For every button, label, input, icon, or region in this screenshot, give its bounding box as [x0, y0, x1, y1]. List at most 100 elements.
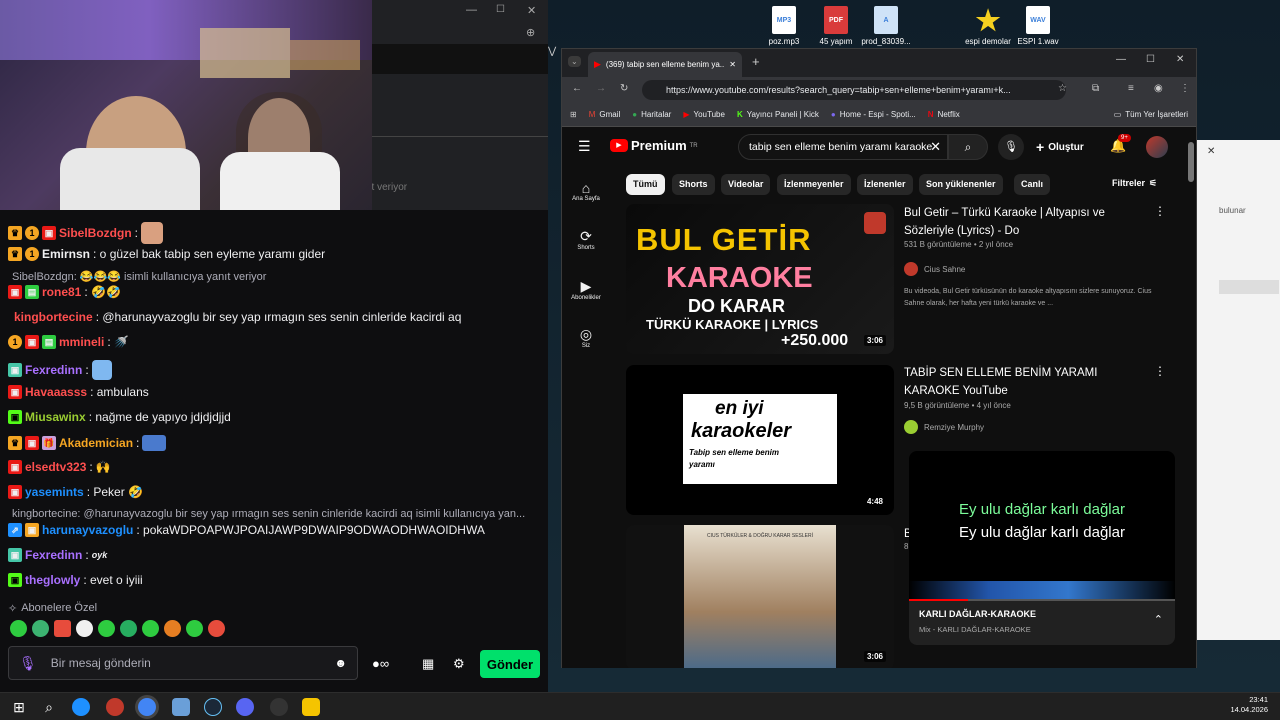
- video-title[interactable]: Bul Getir – Türkü Karaoke | Altyapısı ve…: [904, 204, 1134, 240]
- search-icon[interactable]: ⌕: [40, 698, 58, 716]
- chat-input[interactable]: 🎙 Bir mesaj gönderin ☻: [8, 646, 358, 680]
- chip-videos[interactable]: Videolar: [721, 174, 771, 195]
- chip-watched[interactable]: İzlenenler: [857, 174, 913, 195]
- bookmark-netflix[interactable]: N Netflix: [928, 110, 960, 119]
- firefox-icon[interactable]: [106, 698, 124, 716]
- steam-icon[interactable]: [204, 698, 222, 716]
- bookmark-maps[interactable]: ● Haritalar: [632, 110, 671, 119]
- close-icon[interactable]: ✕: [527, 4, 536, 17]
- chat-username[interactable]: Fexredinn: [25, 548, 82, 562]
- zoom-icon[interactable]: ⊕: [526, 26, 535, 39]
- minimize-icon[interactable]: —: [466, 4, 477, 16]
- chat-username[interactable]: Havaaasss: [25, 385, 87, 399]
- extensions-icon[interactable]: ⧉: [1092, 83, 1099, 94]
- emote-icon[interactable]: [98, 620, 115, 637]
- emote-icon[interactable]: [120, 620, 137, 637]
- close-icon[interactable]: ✕: [1207, 146, 1215, 157]
- apps-icon[interactable]: ⊞: [570, 110, 577, 119]
- chat-username[interactable]: Akademician: [59, 436, 133, 450]
- voice-search-button[interactable]: 🎙: [998, 134, 1024, 160]
- video-thumbnail[interactable]: en iyi karaokeler Tabip sen elleme benim…: [626, 365, 894, 515]
- chip-unwatched[interactable]: İzlenmeyenler: [777, 174, 851, 195]
- emoji-icon[interactable]: ☻: [334, 656, 347, 670]
- tab-youtube[interactable]: ▶ (369) tabip sen elleme benim ya... ✕: [588, 52, 742, 77]
- chrome-icon[interactable]: [138, 698, 156, 716]
- chat-username[interactable]: kingbortecine: [14, 310, 93, 324]
- channel-row[interactable]: Remziye Murphy: [904, 420, 984, 434]
- system-clock[interactable]: 23:41 14.04.2026: [1230, 695, 1268, 715]
- youtube-logo[interactable]: ▶ Premium TR: [610, 138, 698, 153]
- video-thumbnail[interactable]: BUL GETİR KARAOKE DO KARAR TÜRKÜ KARAOKE…: [626, 204, 894, 354]
- bookmark-youtube[interactable]: ▶ YouTube: [683, 110, 725, 119]
- chat-username[interactable]: elsedtv323: [25, 460, 86, 474]
- infinity-icon[interactable]: ●∞: [372, 656, 389, 671]
- edge-icon[interactable]: [72, 698, 90, 716]
- bookmark-gmail[interactable]: M Gmail: [589, 110, 621, 119]
- scrollbar[interactable]: [1188, 142, 1194, 182]
- discord-icon[interactable]: [236, 698, 254, 716]
- new-tab-icon[interactable]: +: [752, 54, 760, 69]
- channel-row[interactable]: Cius Sahne: [904, 262, 965, 276]
- store-icon[interactable]: ▦: [422, 656, 434, 672]
- chip-all[interactable]: Tümü: [626, 174, 665, 195]
- search-input[interactable]: tabip sen elleme benim yaramı karaoke ✕: [738, 134, 948, 160]
- emote-icon[interactable]: [142, 620, 159, 637]
- chip-recent[interactable]: Son yüklenenler: [919, 174, 1003, 195]
- gear-icon[interactable]: ⚙: [453, 656, 465, 672]
- emote-icon[interactable]: [32, 620, 49, 637]
- send-button[interactable]: Gönder: [480, 650, 540, 678]
- emote-icon[interactable]: [76, 620, 93, 637]
- chat-username[interactable]: harunayvazoglu: [42, 523, 133, 537]
- chat-username[interactable]: SibelBozdgn: [59, 226, 132, 240]
- clear-search-icon[interactable]: ✕: [930, 135, 941, 159]
- all-bookmarks[interactable]: ▭ Tüm Yer İşaretleri: [1114, 110, 1188, 119]
- folder-icon[interactable]: [302, 698, 320, 716]
- maximize-icon[interactable]: ☐: [1146, 54, 1155, 65]
- windows-start-icon[interactable]: ⊞: [10, 698, 28, 716]
- media-icon[interactable]: ≡: [1128, 83, 1134, 94]
- bookmark-star-icon[interactable]: ☆: [1058, 83, 1067, 94]
- more-options-icon[interactable]: ⋮: [1154, 204, 1166, 218]
- url-input[interactable]: https://www.youtube.com/results?search_q…: [642, 80, 1066, 100]
- chevron-up-icon[interactable]: ⌃: [1154, 613, 1163, 626]
- maximize-icon[interactable]: ☐: [496, 4, 505, 15]
- video-title[interactable]: TABİP SEN ELLEME BENİM YARAMI KARAOKE Yo…: [904, 364, 1134, 400]
- close-tab-icon[interactable]: ✕: [729, 60, 736, 69]
- chat-username[interactable]: Emirnsn: [42, 247, 90, 261]
- reload-icon[interactable]: ↻: [620, 83, 628, 94]
- chat-username[interactable]: mmineli: [59, 335, 104, 349]
- menu-icon[interactable]: ⋮: [1180, 83, 1190, 94]
- create-button[interactable]: + Oluştur: [1036, 134, 1084, 160]
- hamburger-menu-icon[interactable]: ☰: [578, 138, 591, 155]
- profile-icon[interactable]: ◉: [1154, 83, 1163, 94]
- minimize-icon[interactable]: —: [1116, 54, 1126, 65]
- sidebar-item-shorts[interactable]: ⟳ Shorts: [562, 228, 610, 251]
- chip-live[interactable]: Canlı: [1014, 174, 1051, 195]
- sidebar-item-you[interactable]: ◎ Siz: [562, 326, 610, 349]
- video-thumbnail[interactable]: CIUS TÜRKÜLER & DOĞRU KARAR SESLERİ 3:06: [626, 525, 894, 668]
- emote-icon[interactable]: [186, 620, 203, 637]
- emote-icon[interactable]: [208, 620, 225, 637]
- bookmark-spotify[interactable]: ● Home - Espi - Spoti...: [831, 110, 916, 119]
- desktop-icon-espi-wav[interactable]: WAV ESPI 1.wav: [1006, 6, 1070, 46]
- tab-search-icon[interactable]: ⌄: [568, 56, 581, 67]
- emote-icon[interactable]: [10, 620, 27, 637]
- emote-icon[interactable]: [164, 620, 181, 637]
- back-icon[interactable]: ←: [572, 83, 582, 94]
- mini-player[interactable]: Ey ulu dağlar karlı dağlar Ey ulu dağlar…: [909, 451, 1175, 645]
- chat-username[interactable]: theglowly: [25, 573, 80, 587]
- search-button[interactable]: ⌕: [948, 134, 988, 160]
- avatar[interactable]: [1146, 136, 1168, 158]
- bookmark-kick[interactable]: K Yayıncı Paneli | Kick: [737, 110, 819, 119]
- desktop-icon-prod[interactable]: Aprod_83039...: [854, 6, 918, 46]
- filters-button[interactable]: Filtreler ⚟: [1112, 178, 1157, 189]
- sidebar-item-home[interactable]: ⌂ Ana Sayfa: [562, 180, 610, 202]
- chat-username[interactable]: rone81: [42, 285, 81, 299]
- chat-username[interactable]: Miusawinx: [25, 410, 86, 424]
- chat-username[interactable]: Fexredinn: [25, 363, 82, 377]
- close-icon[interactable]: ✕: [1176, 54, 1184, 65]
- forward-icon[interactable]: →: [596, 83, 606, 94]
- app-icon[interactable]: [172, 698, 190, 716]
- chat-username[interactable]: yasemints: [25, 485, 84, 499]
- chip-shorts[interactable]: Shorts: [672, 174, 715, 195]
